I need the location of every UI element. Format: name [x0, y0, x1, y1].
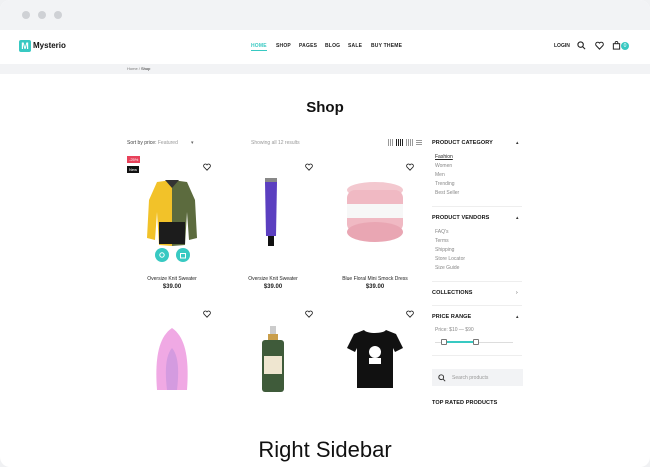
vendor-item[interactable]: Shipping: [435, 247, 454, 253]
browser-chrome: [0, 0, 650, 30]
new-badge: New: [127, 166, 140, 173]
vendor-item[interactable]: Store Locator: [435, 256, 465, 262]
collections-title[interactable]: COLLECTIONS: [432, 290, 473, 296]
price-range-title[interactable]: PRICE RANGE: [432, 314, 471, 320]
nav-blog[interactable]: BLOG: [325, 43, 340, 49]
price-slider-fill: [444, 341, 476, 343]
nav-sale[interactable]: SALE: [348, 43, 362, 49]
divider: [432, 206, 522, 207]
bag-icon: [180, 253, 186, 259]
chevron-up-icon[interactable]: ▴: [516, 314, 519, 320]
category-item[interactable]: Men: [435, 172, 445, 178]
product-name[interactable]: Blue Floral Mini Smock Dress: [325, 276, 425, 282]
window-dot: [22, 11, 30, 19]
product-image[interactable]: [127, 318, 217, 398]
page-title: Shop: [306, 99, 344, 116]
green-bottle-image: [262, 326, 284, 392]
product-image[interactable]: [329, 318, 419, 398]
divider: [432, 281, 522, 282]
product-name[interactable]: Oversize Knit Sweater: [223, 276, 323, 282]
jacket-image: [147, 180, 197, 246]
black-tshirt-image: [347, 330, 403, 388]
heart-icon[interactable]: [406, 310, 414, 318]
chevron-up-icon[interactable]: ▴: [516, 215, 519, 221]
logo-icon[interactable]: M: [19, 40, 31, 52]
divider: [432, 305, 522, 306]
heart-icon[interactable]: [305, 310, 313, 318]
product-vendors-title[interactable]: PRODUCT VENDORS: [432, 215, 489, 221]
vendor-item[interactable]: Terms: [435, 238, 449, 244]
pink-case-image: [347, 182, 403, 242]
nav-buy-theme[interactable]: BUY THEME: [371, 43, 402, 49]
list-view-icon[interactable]: [416, 139, 422, 146]
grid-2-icon[interactable]: [388, 139, 394, 146]
product-price: $39.00: [162, 284, 182, 290]
heart-icon[interactable]: [406, 163, 414, 171]
login-link[interactable]: LOGIN: [554, 43, 570, 49]
cart-count-badge: 0: [621, 42, 629, 50]
quick-view-button[interactable]: [155, 248, 169, 262]
breadcrumb-current: Shop: [141, 66, 151, 71]
vendor-item[interactable]: FAQ's: [435, 229, 448, 235]
add-to-cart-button[interactable]: [176, 248, 190, 262]
heart-icon[interactable]: [305, 163, 313, 171]
search-icon[interactable]: [577, 41, 586, 50]
eye-icon: [159, 252, 165, 258]
sort-value: Featured: [157, 140, 178, 146]
breadcrumb-home[interactable]: Home: [127, 66, 138, 71]
browser-window: M Mysterio HOME SHOP PAGES BLOG SALE BUY…: [0, 0, 650, 467]
brand-name[interactable]: Mysterio: [33, 41, 66, 50]
grid-3-icon[interactable]: [396, 139, 404, 146]
grid-4-icon[interactable]: [406, 139, 414, 146]
vendor-item[interactable]: Size Guide: [435, 265, 459, 271]
product-price: $39.00: [365, 284, 385, 290]
price-range-label: Price: $10 — $90: [435, 327, 474, 333]
chevron-down-icon: ▾: [191, 140, 194, 146]
price-slider-min-handle[interactable]: [441, 339, 447, 345]
pink-sponge-image: [156, 328, 188, 390]
top-rated-title: TOP RATED PRODUCTS: [432, 400, 498, 406]
search-icon[interactable]: [438, 374, 446, 382]
window-dot: [38, 11, 46, 19]
product-price: $39.00: [263, 284, 283, 290]
product-image[interactable]: [228, 160, 318, 260]
results-count: Showing all 12 results: [251, 140, 300, 146]
chevron-right-icon[interactable]: ›: [516, 290, 518, 296]
breadcrumb: Home / Shop: [127, 66, 150, 71]
discount-badge: -25%: [127, 156, 141, 163]
product-category-title[interactable]: PRODUCT CATEGORY: [432, 140, 493, 146]
product-image[interactable]: [329, 160, 419, 260]
divider: [432, 355, 522, 356]
price-slider-max-handle[interactable]: [473, 339, 479, 345]
heart-icon[interactable]: [203, 310, 211, 318]
product-image[interactable]: [228, 318, 318, 398]
window-dot: [54, 11, 62, 19]
nav-shop[interactable]: SHOP: [276, 43, 291, 49]
sort-label: Sort by price:: [127, 140, 157, 146]
category-item[interactable]: Best Seller: [435, 190, 459, 196]
heart-icon[interactable]: [203, 163, 211, 171]
layout-caption: Right Sidebar: [258, 437, 392, 462]
product-image[interactable]: [127, 160, 217, 260]
breadcrumb-bar: [0, 64, 650, 74]
tube-image: [265, 178, 277, 246]
product-name[interactable]: Oversize Knit Sweater: [122, 276, 222, 282]
heart-icon[interactable]: [595, 41, 604, 50]
cart-icon[interactable]: [612, 41, 621, 50]
category-item[interactable]: Women: [435, 163, 452, 169]
sort-select[interactable]: Sort by price: Featured ▾: [127, 140, 194, 146]
category-item[interactable]: Trending: [435, 181, 455, 187]
nav-pages[interactable]: PAGES: [299, 43, 317, 49]
category-item[interactable]: Fashion: [435, 154, 453, 160]
nav-home[interactable]: HOME: [251, 43, 267, 51]
search-placeholder: Search products: [452, 375, 489, 381]
chevron-up-icon[interactable]: ▴: [516, 140, 519, 146]
